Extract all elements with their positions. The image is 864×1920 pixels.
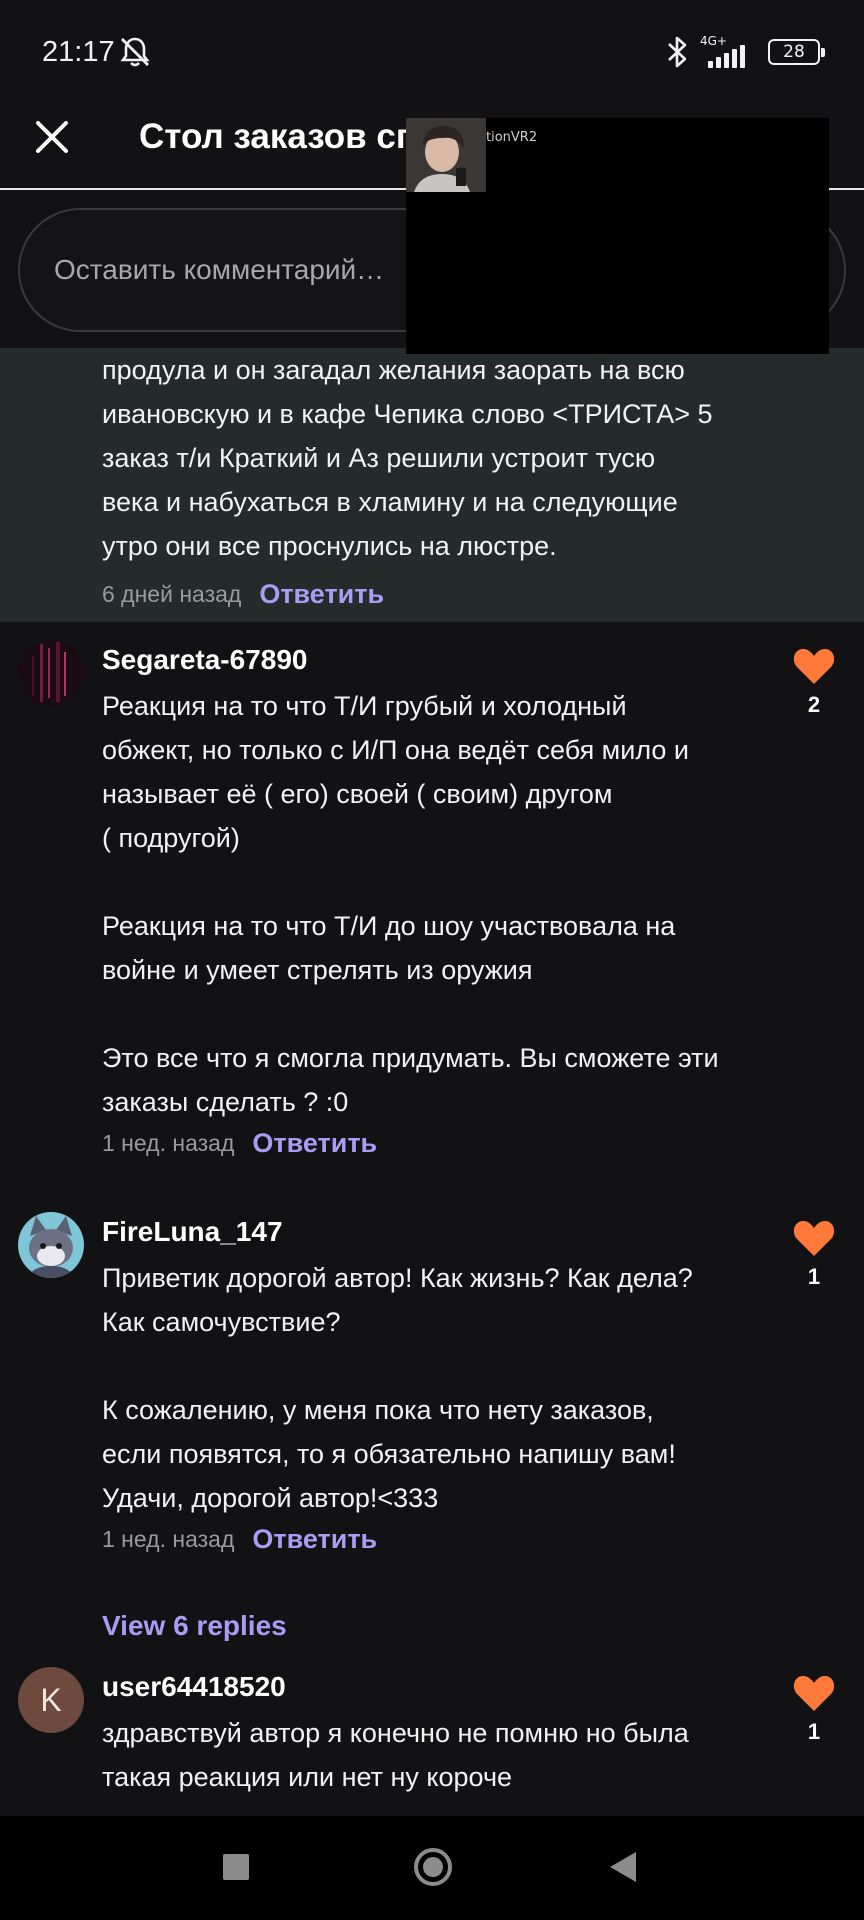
bluetooth-icon bbox=[668, 36, 687, 68]
nav-recents-icon[interactable] bbox=[223, 1854, 249, 1880]
status-bar: 21:17 4G+ 28 bbox=[0, 0, 864, 105]
comment-line bbox=[102, 992, 762, 1036]
comment-line: Приветик дорогой автор! Как жизнь? Как д… bbox=[102, 1263, 693, 1293]
avatar[interactable] bbox=[18, 640, 84, 706]
comment-line: здравствуй автор я конечно не помню но б… bbox=[102, 1718, 689, 1748]
battery-level: 28 bbox=[783, 42, 805, 62]
video-thumbnail bbox=[406, 118, 486, 192]
comment-username[interactable]: user64418520 bbox=[102, 1667, 762, 1707]
video-overlay[interactable]: tionVR2 bbox=[406, 118, 829, 354]
heart-icon[interactable] bbox=[792, 1673, 836, 1713]
like-button[interactable]: 1 bbox=[784, 1673, 844, 1745]
reply-button[interactable]: Ответить bbox=[252, 1128, 377, 1159]
comment-line bbox=[102, 1344, 762, 1388]
heart-icon[interactable] bbox=[792, 1218, 836, 1258]
comment-line: Это все что я смогла придумать. Вы сможе… bbox=[102, 1043, 719, 1073]
comment-text: Реакция на то что Т/И грубый и холодный … bbox=[102, 684, 762, 1124]
comment-line: К сожалению, у меня пока что нету заказо… bbox=[102, 1395, 654, 1425]
comment-line: Удачи, дорогой автор!<333 bbox=[102, 1483, 439, 1513]
comment-time: 1 нед. назад bbox=[102, 1130, 235, 1156]
mute-icon bbox=[120, 37, 150, 67]
like-button[interactable]: 1 bbox=[784, 1218, 844, 1290]
comment-line: такая реакция или нет ну короче bbox=[102, 1762, 513, 1792]
signal-icon: 4G+ bbox=[700, 34, 756, 70]
reply-button[interactable]: Ответить bbox=[259, 572, 384, 616]
comment-line bbox=[102, 860, 762, 904]
overlay-label: tionVR2 bbox=[486, 130, 538, 145]
highlighted-comment: продула и он загадал желания заорать на … bbox=[0, 348, 864, 622]
nav-home-icon[interactable] bbox=[414, 1848, 452, 1886]
avatar[interactable]: K bbox=[18, 1667, 84, 1733]
comment-line: если появятся, то я обязательно напишу в… bbox=[102, 1439, 676, 1469]
comment-line: Реакция на то что Т/И до шоу участвовала… bbox=[102, 911, 676, 941]
nav-back-icon[interactable] bbox=[610, 1852, 636, 1882]
comment-line: продула и он загадал желания заорать на … bbox=[102, 355, 685, 385]
comment-line: Как самочувствие? bbox=[102, 1307, 341, 1337]
reply-button[interactable]: Ответить bbox=[252, 1524, 377, 1555]
comment-username[interactable]: Segareta-67890 bbox=[102, 640, 762, 680]
like-count: 2 bbox=[807, 692, 821, 717]
system-nav-bar bbox=[0, 1816, 864, 1920]
comment-line: ивановскую и в кафе Чепика слово <ТРИСТА… bbox=[102, 399, 713, 429]
comment-line: века и набухаться в хламину и на следующ… bbox=[102, 487, 678, 517]
like-count: 1 bbox=[807, 1264, 821, 1289]
comment-item: K user64418520 здравствуй автор я конечн… bbox=[0, 1667, 864, 1817]
comment-username[interactable]: FireLuna_147 bbox=[102, 1212, 762, 1252]
comment-line: войне и умеет стрелять из оружия bbox=[102, 955, 533, 985]
comment-line: утро они все проснулись на люстре. bbox=[102, 531, 557, 561]
comment-text: Приветик дорогой автор! Как жизнь? Как д… bbox=[102, 1256, 762, 1520]
comment-line: заказы сделать ? :0 bbox=[102, 1087, 349, 1117]
comment-time: 1 нед. назад bbox=[102, 1526, 235, 1552]
comment-line: называет её ( его) своей ( своим) другом bbox=[102, 779, 613, 809]
page-title: Стол заказов сп bbox=[139, 117, 417, 156]
comment-text: продула и он загадал желания заорать на … bbox=[102, 348, 782, 616]
comment-line: заказ т/и Краткий и Аз решили устроит ту… bbox=[102, 443, 656, 473]
like-button[interactable]: 2 bbox=[784, 646, 844, 718]
comment-line: ( подругой) bbox=[102, 823, 240, 853]
comment-line: обжект, но только с И/П она ведёт себя м… bbox=[102, 735, 689, 765]
view-replies-button[interactable]: View 6 replies bbox=[102, 1610, 287, 1642]
like-count: 1 bbox=[807, 1719, 821, 1744]
comment-line: Реакция на то что Т/И грубый и холодный bbox=[102, 691, 627, 721]
comment-time: 6 дней назад bbox=[102, 581, 242, 607]
battery-icon: 28 bbox=[768, 39, 825, 65]
comment-text: здравствуй автор я конечно не помню но б… bbox=[102, 1711, 762, 1799]
avatar[interactable] bbox=[18, 1212, 84, 1278]
close-icon[interactable] bbox=[34, 119, 70, 155]
avatar-letter: K bbox=[40, 1681, 62, 1718]
status-time: 21:17 bbox=[42, 36, 115, 68]
heart-icon[interactable] bbox=[792, 646, 836, 686]
